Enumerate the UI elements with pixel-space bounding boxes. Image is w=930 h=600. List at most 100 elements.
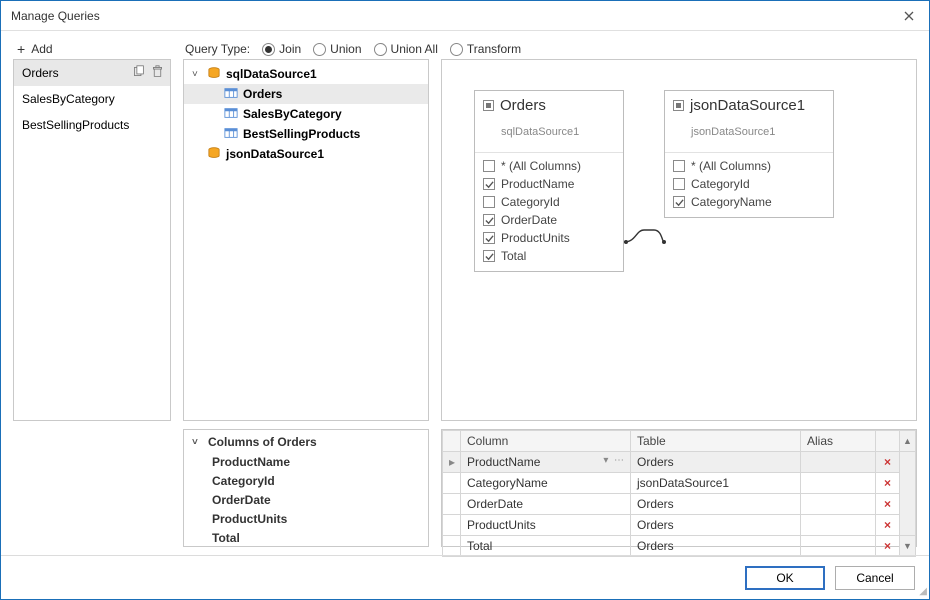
card-subtitle: jsonDataSource1 — [665, 116, 833, 152]
grid-row[interactable]: ProductUnits Orders × — [443, 515, 916, 536]
card-handle-icon[interactable] — [483, 100, 494, 111]
join-canvas[interactable]: Orders sqlDataSource1 * (All Columns) Pr… — [441, 59, 917, 421]
delete-row-button[interactable]: × — [884, 476, 891, 490]
source-table-bestsellingproducts[interactable]: BestSellingProducts — [184, 124, 428, 144]
card-col-all[interactable]: * (All Columns) — [673, 159, 825, 173]
expander-icon[interactable]: ˅ — [192, 69, 202, 80]
grid-cell-alias[interactable] — [801, 494, 876, 515]
columns-of-header[interactable]: ˅Columns of Orders — [184, 432, 428, 452]
grid-cell-alias[interactable] — [801, 536, 876, 557]
table-icon — [224, 87, 238, 102]
expander-icon[interactable]: ˅ — [192, 437, 202, 448]
delete-row-button[interactable]: × — [884, 518, 891, 532]
scrollbar-track[interactable] — [900, 452, 916, 536]
ok-button[interactable]: OK — [745, 566, 825, 590]
card-handle-icon[interactable] — [673, 100, 684, 111]
card-col-orderdate[interactable]: OrderDate — [483, 213, 615, 227]
dropdown-icon[interactable]: ▾ ⋯ — [603, 455, 624, 466]
query-item-bestsellingproducts[interactable]: BestSellingProducts — [14, 112, 170, 138]
card-col-productname[interactable]: ProductName — [483, 177, 615, 191]
grid-cell-column[interactable]: ProductName▾ ⋯ — [461, 452, 631, 473]
card-col-categoryid[interactable]: CategoryId — [483, 195, 615, 209]
grid-gutter-header — [443, 431, 461, 452]
card-col-categoryname[interactable]: CategoryName — [673, 195, 825, 209]
grid-header-row: Column Table Alias ▲ — [443, 431, 916, 452]
query-type-unionall[interactable]: Union All — [374, 42, 438, 56]
card-columns: * (All Columns) CategoryId CategoryName — [665, 152, 833, 217]
row-indicator-icon: ▸ — [443, 452, 461, 473]
query-item-salesbycategory[interactable]: SalesByCategory — [14, 86, 170, 112]
columns-of-panel: ˅Columns of Orders ProductName CategoryI… — [183, 429, 429, 547]
query-type-join[interactable]: Join — [262, 42, 301, 56]
add-query-button[interactable]: + Add — [13, 37, 171, 59]
database-icon — [207, 147, 221, 162]
grid-row[interactable]: Total Orders × ▼ — [443, 536, 916, 557]
grid-row[interactable]: ▸ ProductName▾ ⋯ Orders × — [443, 452, 916, 473]
query-type-row: Query Type: Join Union Union All Transfo… — [183, 37, 917, 59]
grid-cell-table[interactable]: Orders — [631, 536, 801, 557]
columns-of-item[interactable]: Total — [184, 528, 428, 547]
grid-cell-column[interactable]: Total — [461, 536, 631, 557]
canvas-card-jsondatasource1[interactable]: jsonDataSource1 jsonDataSource1 * (All C… — [664, 90, 834, 218]
grid-cell-column[interactable]: CategoryName — [461, 473, 631, 494]
scroll-down-button[interactable]: ▼ — [900, 536, 916, 557]
card-col-categoryid[interactable]: CategoryId — [673, 177, 825, 191]
card-col-productunits[interactable]: ProductUnits — [483, 231, 615, 245]
grid-header-delete — [876, 431, 900, 452]
query-item-label: SalesByCategory — [22, 92, 115, 106]
grid-header-table[interactable]: Table — [631, 431, 801, 452]
grid-cell-table[interactable]: Orders — [631, 452, 801, 473]
footer: OK Cancel ◢ — [1, 555, 929, 599]
delete-row-button[interactable]: × — [884, 539, 891, 553]
plus-icon: + — [17, 41, 25, 57]
source-node-sqldatasource1[interactable]: ˅ sqlDataSource1 — [184, 64, 428, 84]
columns-of-item[interactable]: ProductName — [184, 452, 428, 471]
radio-icon — [313, 43, 326, 56]
columns-of-item[interactable]: OrderDate — [184, 490, 428, 509]
radio-icon — [374, 43, 387, 56]
add-label: Add — [31, 42, 52, 56]
columns-of-item[interactable]: CategoryId — [184, 471, 428, 490]
query-item-label: BestSellingProducts — [22, 118, 129, 132]
grid-cell-alias[interactable] — [801, 473, 876, 494]
queries-list: Orders SalesByCategory BestSellingProduc… — [13, 59, 171, 421]
scroll-up-button[interactable]: ▲ — [900, 431, 916, 452]
radio-icon — [262, 43, 275, 56]
delete-icon[interactable] — [151, 65, 164, 81]
cancel-button[interactable]: Cancel — [835, 566, 915, 590]
table-icon — [224, 127, 238, 142]
copy-icon[interactable] — [132, 65, 145, 81]
grid-cell-alias[interactable] — [801, 452, 876, 473]
query-type-transform[interactable]: Transform — [450, 42, 521, 56]
grid-cell-table[interactable]: Orders — [631, 515, 801, 536]
grid-cell-table[interactable]: Orders — [631, 494, 801, 515]
canvas-card-orders[interactable]: Orders sqlDataSource1 * (All Columns) Pr… — [474, 90, 624, 272]
resize-grip-icon: ◢ — [919, 586, 927, 597]
output-grid: Column Table Alias ▲ ▸ ProductName▾ ⋯ Or… — [441, 429, 917, 547]
grid-header-column[interactable]: Column — [461, 431, 631, 452]
source-node-jsondatasource1[interactable]: ˅ jsonDataSource1 — [184, 144, 428, 164]
delete-row-button[interactable]: × — [884, 455, 891, 469]
close-button[interactable] — [897, 4, 921, 28]
grid-row[interactable]: OrderDate Orders × — [443, 494, 916, 515]
grid-cell-column[interactable]: OrderDate — [461, 494, 631, 515]
card-col-all[interactable]: * (All Columns) — [483, 159, 615, 173]
source-table-salesbycategory[interactable]: SalesByCategory — [184, 104, 428, 124]
grid-cell-table[interactable]: jsonDataSource1 — [631, 473, 801, 494]
delete-row-button[interactable]: × — [884, 497, 891, 511]
grid-row[interactable]: CategoryName jsonDataSource1 × — [443, 473, 916, 494]
query-item-orders[interactable]: Orders — [14, 60, 170, 86]
columns-of-item[interactable]: ProductUnits — [184, 509, 428, 528]
queries-panel: + Add Orders SalesByCategory — [13, 37, 171, 421]
card-columns: * (All Columns) ProductName CategoryId O… — [475, 152, 623, 271]
grid-cell-column[interactable]: ProductUnits — [461, 515, 631, 536]
source-table-orders[interactable]: Orders — [184, 84, 428, 104]
grid-cell-alias[interactable] — [801, 515, 876, 536]
join-connector[interactable] — [624, 230, 666, 263]
window-title: Manage Queries — [11, 9, 100, 23]
titlebar: Manage Queries — [1, 1, 929, 31]
grid-header-alias[interactable]: Alias — [801, 431, 876, 452]
body: + Add Orders SalesByCategory — [1, 31, 929, 599]
card-col-total[interactable]: Total — [483, 249, 615, 263]
query-type-union[interactable]: Union — [313, 42, 361, 56]
